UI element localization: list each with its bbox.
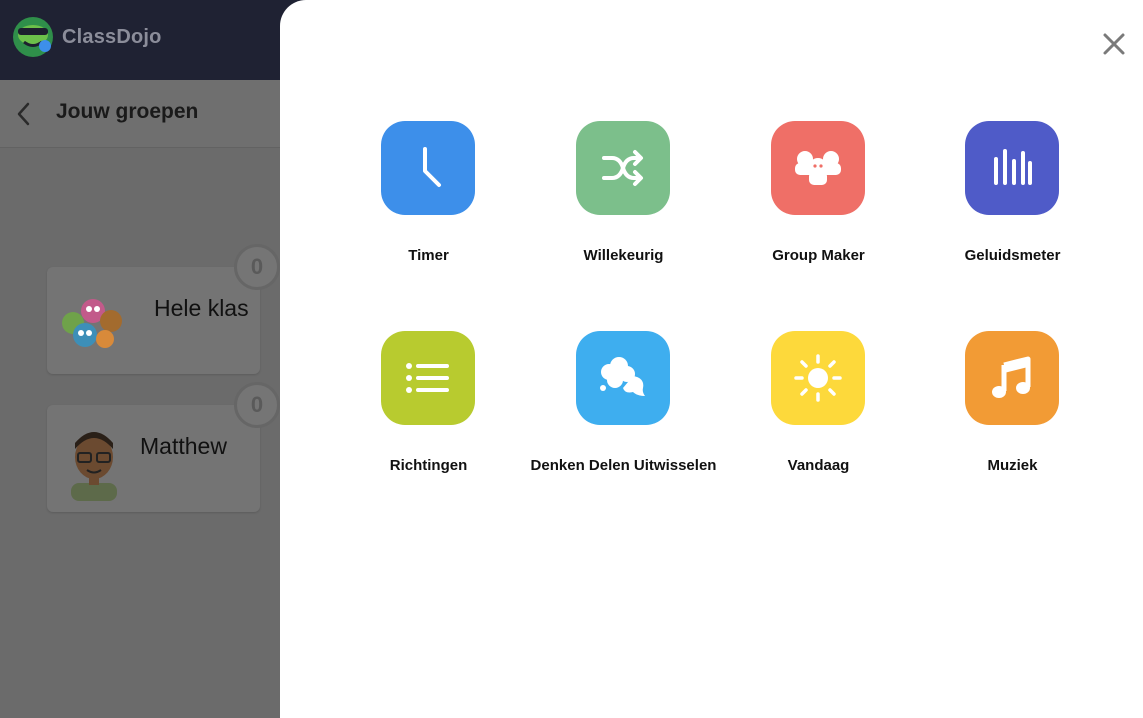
- classdojo-logo-icon: [13, 17, 53, 57]
- tool-label: Geluidsmeter: [964, 247, 1061, 264]
- music-note-icon: [992, 356, 1031, 398]
- tool-vandaag[interactable]: Vandaag: [721, 331, 916, 491]
- group-card-matthew[interactable]: Matthew 0: [47, 382, 280, 512]
- random-tile[interactable]: [576, 121, 670, 215]
- student-avatar: [71, 432, 117, 501]
- tool-timer[interactable]: Timer: [331, 121, 526, 281]
- back-arrow-icon[interactable]: [14, 100, 34, 128]
- tool-willekeurig[interactable]: Willekeurig: [526, 121, 721, 281]
- points-badge: 0: [234, 244, 280, 290]
- group-maker-tile[interactable]: [771, 121, 865, 215]
- sound-meter-tile[interactable]: [965, 121, 1059, 215]
- shuffle-icon: [602, 150, 643, 186]
- group-name: Hele klas: [154, 295, 249, 321]
- think-pair-share-tile[interactable]: [576, 331, 670, 425]
- list-icon: [406, 363, 449, 393]
- tool-group-maker[interactable]: Group Maker: [721, 121, 916, 281]
- tool-muziek[interactable]: Muziek: [915, 331, 1110, 491]
- close-icon[interactable]: [1100, 30, 1128, 58]
- clock-icon: [423, 147, 441, 187]
- timer-tile[interactable]: [381, 121, 475, 215]
- brand-name: ClassDojo: [62, 26, 162, 48]
- sound-meter-icon: [994, 149, 1032, 185]
- sun-icon: [794, 354, 842, 402]
- directions-tile[interactable]: [381, 331, 475, 425]
- toolkit-modal: Timer Willekeurig Group Maker Geluidsmet…: [280, 0, 1143, 718]
- group-card-hele-klas[interactable]: Hele klas 0: [47, 244, 280, 374]
- chat-bubbles-icon: [600, 357, 645, 396]
- today-tile[interactable]: [771, 331, 865, 425]
- music-tile[interactable]: [965, 331, 1059, 425]
- tool-richtingen[interactable]: Richtingen: [331, 331, 526, 491]
- page-title: Jouw groepen: [56, 100, 199, 123]
- group-name: Matthew: [140, 433, 227, 459]
- points-badge: 0: [234, 382, 280, 428]
- tool-label: Muziek: [987, 457, 1038, 474]
- tool-geluidsmeter[interactable]: Geluidsmeter: [915, 121, 1110, 281]
- tool-denken-delen-uitwisselen[interactable]: Denken Delen Uitwisselen: [526, 331, 721, 491]
- monsters-avatar: [62, 299, 122, 348]
- group-icon: [795, 151, 841, 185]
